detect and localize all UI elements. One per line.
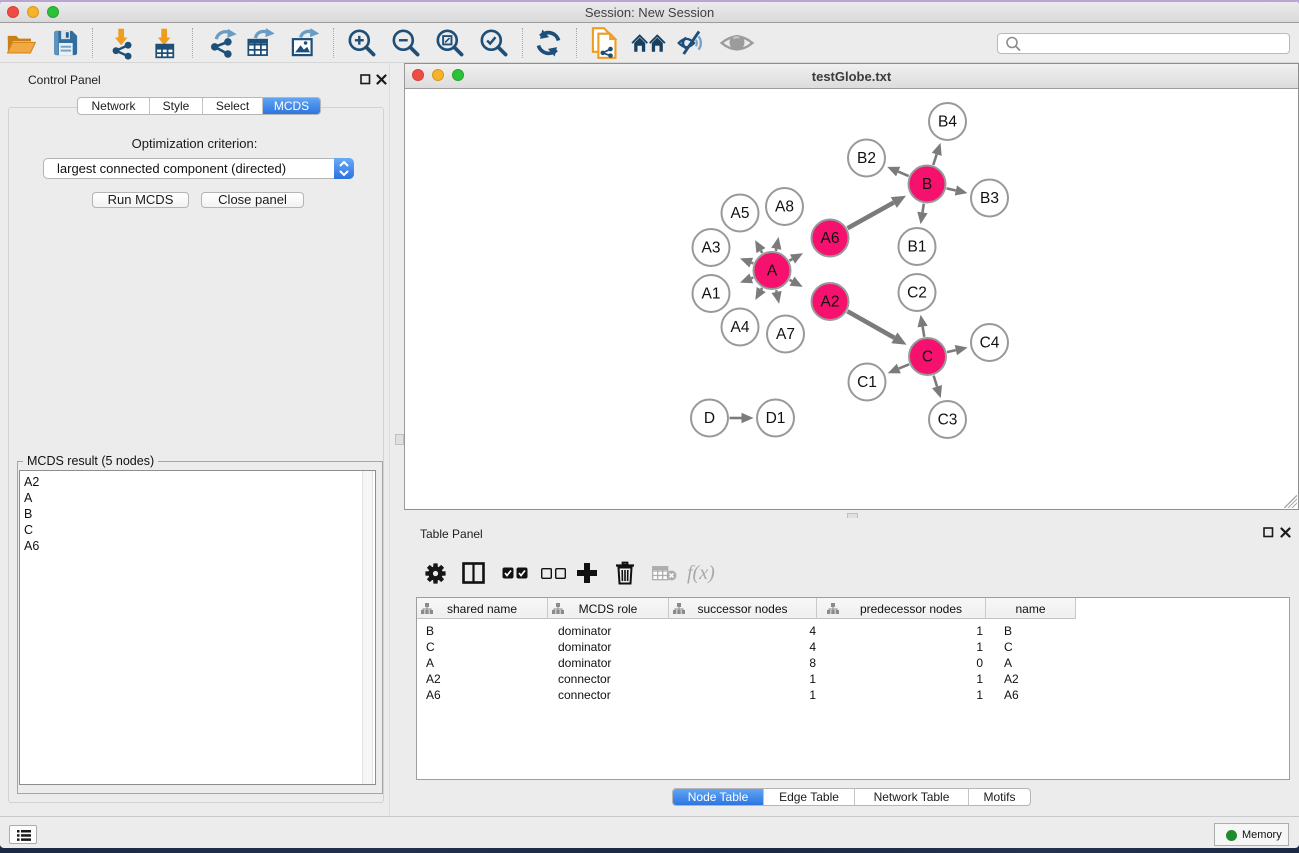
svg-text:C4: C4 [980,335,1000,352]
svg-text:D: D [704,410,715,427]
svg-text:A3: A3 [702,240,721,257]
svg-text:B: B [922,176,932,193]
svg-text:B1: B1 [908,239,927,256]
svg-text:C2: C2 [907,285,927,302]
svg-text:C1: C1 [857,374,877,391]
svg-text:B3: B3 [980,190,999,207]
svg-text:A6: A6 [821,230,840,247]
svg-text:A2: A2 [821,294,840,311]
svg-text:C3: C3 [938,412,958,429]
svg-text:A4: A4 [731,319,750,336]
svg-text:B2: B2 [857,150,876,167]
svg-text:A5: A5 [731,205,750,222]
svg-text:A1: A1 [702,286,721,303]
svg-text:A: A [767,263,778,280]
svg-text:D1: D1 [766,410,786,427]
svg-text:A7: A7 [776,326,795,343]
svg-text:C: C [922,349,933,366]
svg-text:A8: A8 [775,199,794,216]
svg-text:B4: B4 [938,114,957,131]
